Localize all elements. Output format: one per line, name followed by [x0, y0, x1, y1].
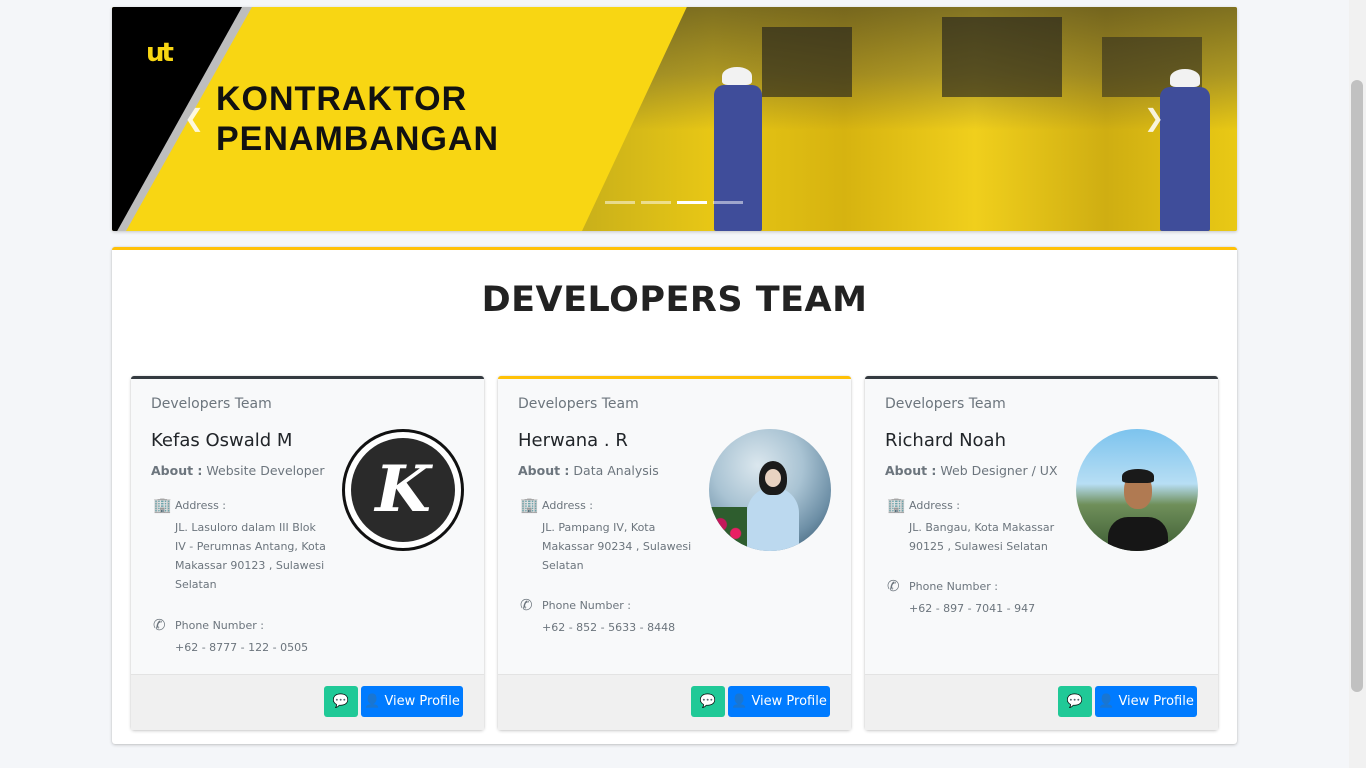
- phone-icon: ✆: [153, 616, 166, 634]
- avatar: [1076, 429, 1198, 551]
- comments-icon: 💬: [699, 694, 717, 709]
- scrollbar-thumb[interactable]: [1351, 80, 1363, 692]
- chevron-left-icon: ❮: [183, 104, 205, 132]
- address-label: Address :: [175, 499, 227, 512]
- banner-headline: KONTRAKTOR PENAMBANGAN: [216, 79, 499, 159]
- building-icon: 🏢: [520, 496, 539, 514]
- about-label: About :: [518, 463, 570, 478]
- view-profile-button[interactable]: 👤 View Profile: [361, 686, 463, 717]
- developer-name: Richard Noah: [885, 430, 1006, 451]
- user-icon: 👤: [1098, 694, 1115, 709]
- carousel-indicators: [605, 201, 743, 204]
- carousel-indicator-1[interactable]: [605, 201, 635, 204]
- avatar: K: [342, 429, 464, 551]
- address-label: Address :: [909, 499, 961, 512]
- carousel-prev-button[interactable]: ❮: [182, 103, 206, 133]
- phone-icon: ✆: [520, 596, 533, 614]
- building-icon: 🏢: [887, 496, 906, 514]
- card-header: Developers Team: [151, 396, 272, 412]
- card-footer: 💬 👤 View Profile: [865, 674, 1218, 730]
- company-logo: ut: [146, 38, 174, 68]
- about-value: Website Developer: [206, 463, 325, 478]
- developer-name: Kefas Oswald M: [151, 430, 293, 451]
- developer-name: Herwana . R: [518, 430, 628, 451]
- carousel-indicator-2[interactable]: [641, 201, 671, 204]
- developer-about: About : Website Developer: [151, 463, 325, 478]
- page-scrollbar[interactable]: [1349, 0, 1366, 768]
- address-value: JL. Pampang IV, Kota Makassar 90234 , Su…: [542, 521, 692, 572]
- chat-button[interactable]: 💬: [324, 686, 358, 717]
- about-label: About :: [151, 463, 203, 478]
- card-header: Developers Team: [885, 396, 1006, 412]
- view-profile-label: View Profile: [751, 694, 827, 709]
- phone-value: +62 - 8777 - 122 - 0505: [175, 641, 309, 654]
- banner-headline-line1: KONTRAKTOR: [216, 80, 468, 118]
- view-profile-button[interactable]: 👤 View Profile: [1095, 686, 1197, 717]
- avatar: [709, 429, 831, 551]
- card-footer: 💬 👤 View Profile: [131, 674, 484, 730]
- view-profile-label: View Profile: [1118, 694, 1194, 709]
- address-value: JL. Bangau, Kota Makassar 90125 , Sulawe…: [909, 521, 1055, 553]
- carousel-photo: [582, 7, 1237, 231]
- view-profile-label: View Profile: [384, 694, 460, 709]
- carousel-indicator-4[interactable]: [713, 201, 743, 204]
- user-icon: 👤: [731, 694, 748, 709]
- view-profile-button[interactable]: 👤 View Profile: [728, 686, 830, 717]
- phone-label: Phone Number :: [175, 619, 264, 632]
- phone-value: +62 - 852 - 5633 - 8448: [542, 621, 676, 634]
- chat-button[interactable]: 💬: [1058, 686, 1092, 717]
- developer-about: About : Data Analysis: [518, 463, 659, 478]
- developer-card: Developers Team Kefas Oswald M About : W…: [131, 376, 484, 730]
- carousel-next-button[interactable]: ❯: [1142, 103, 1166, 133]
- carousel-indicator-3[interactable]: [677, 201, 707, 204]
- about-label: About :: [885, 463, 937, 478]
- about-value: Web Designer / UX: [940, 463, 1058, 478]
- chat-button[interactable]: 💬: [691, 686, 725, 717]
- phone-value: +62 - 897 - 7041 - 947: [909, 602, 1036, 615]
- user-icon: 👤: [364, 694, 381, 709]
- developer-about: About : Web Designer / UX: [885, 463, 1058, 478]
- avatar-letter: K: [351, 438, 455, 542]
- chevron-right-icon: ❯: [1143, 104, 1165, 132]
- address-value: JL. Lasuloro dalam III Blok IV - Perumna…: [175, 521, 326, 591]
- banner-headline-line2: PENAMBANGAN: [216, 120, 499, 158]
- developer-card: Developers Team Richard Noah About : Web…: [865, 376, 1218, 730]
- card-footer: 💬 👤 View Profile: [498, 674, 851, 730]
- hero-carousel: ut KONTRAKTOR PENAMBANGAN ❮ ❯: [112, 7, 1237, 231]
- card-header: Developers Team: [518, 396, 639, 412]
- developer-card: Developers Team Herwana . R About : Data…: [498, 376, 851, 730]
- phone-label: Phone Number :: [542, 599, 631, 612]
- comments-icon: 💬: [1066, 694, 1084, 709]
- comments-icon: 💬: [332, 694, 350, 709]
- about-value: Data Analysis: [573, 463, 659, 478]
- section-title: DEVELOPERS TEAM: [481, 280, 868, 320]
- building-icon: 🏢: [153, 496, 172, 514]
- address-label: Address :: [542, 499, 594, 512]
- developers-section: DEVELOPERS TEAM Developers Team Kefas Os…: [112, 247, 1237, 744]
- phone-icon: ✆: [887, 577, 900, 595]
- phone-label: Phone Number :: [909, 580, 998, 593]
